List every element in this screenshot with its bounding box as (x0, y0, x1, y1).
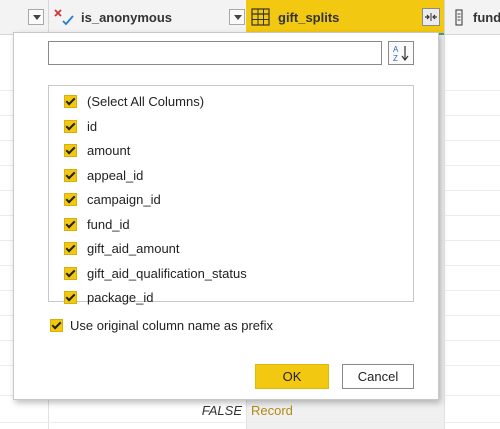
column-filter-dropdown-button[interactable] (28, 9, 44, 25)
column-item-amount[interactable]: amount (49, 139, 413, 164)
column-item-gift-aid-amount[interactable]: gift_aid_amount (49, 237, 413, 262)
column-item-id[interactable]: id (49, 115, 413, 140)
checkbox-checked[interactable] (64, 95, 77, 108)
column-name: is_anonymous (81, 10, 173, 25)
columns-checkbox-list: (Select All Columns) id amount appeal_id… (48, 85, 414, 305)
cell-gift-splits-record-link[interactable]: Record (251, 403, 293, 418)
checkbox-checked[interactable] (64, 144, 77, 157)
item-label: appeal_id (87, 167, 144, 183)
item-label: id (87, 118, 98, 134)
column-header-gift-splits[interactable]: gift_splits (246, 0, 444, 36)
item-label: gift_aid_amount (87, 241, 180, 256)
cancel-button[interactable]: Cancel (342, 364, 414, 389)
expand-arrows-icon (425, 13, 437, 21)
checkbox-checked[interactable] (64, 291, 77, 304)
column-name: fund (473, 10, 500, 25)
column-header-row: is_anonymous gift_splits fund (0, 0, 500, 36)
column-item-package-id[interactable]: package_id (49, 286, 413, 311)
checkbox-checked[interactable] (64, 119, 77, 133)
column-divider (444, 35, 445, 429)
column-item-fund-id[interactable]: fund_id (49, 213, 413, 238)
column-header-is-anonymous[interactable]: is_anonymous (48, 0, 246, 34)
expand-columns-dropdown: A Z (Select All Columns) id amount appea… (13, 32, 439, 400)
svg-text:A: A (393, 45, 399, 54)
sort-button[interactable]: A Z (388, 41, 414, 65)
checkbox-checked[interactable] (64, 168, 77, 182)
column-name: gift_splits (278, 10, 340, 25)
column-item-campaign-id[interactable]: campaign_id (49, 188, 413, 213)
text-type-icon (455, 9, 463, 26)
checkbox-checked[interactable] (64, 266, 77, 280)
column-item-appeal-id[interactable]: appeal_id (49, 164, 413, 189)
search-columns-input[interactable] (48, 41, 382, 65)
column-header-fund[interactable]: fund (444, 0, 500, 34)
item-label: package_id (87, 290, 154, 305)
column-header-previous (0, 0, 48, 34)
item-label: amount (87, 143, 131, 158)
column-filter-dropdown-button[interactable] (229, 9, 245, 25)
ok-button[interactable]: OK (255, 364, 329, 389)
true-false-type-icon (54, 9, 74, 26)
cell-is-anonymous[interactable]: FALSE (202, 403, 242, 418)
item-label: gift_aid_qualification_status (87, 265, 247, 281)
checkbox-checked[interactable] (64, 242, 77, 255)
row-divider (0, 422, 500, 423)
expand-column-button[interactable] (422, 8, 440, 26)
checkbox-checked[interactable] (64, 193, 77, 206)
checkbox-checked[interactable] (50, 319, 63, 332)
checkbox-checked[interactable] (64, 217, 77, 231)
select-all-columns-item[interactable]: (Select All Columns) (49, 90, 413, 115)
column-item-gift-aid-qualification-status[interactable]: gift_aid_qualification_status (49, 262, 413, 287)
item-label: fund_id (87, 216, 130, 232)
item-label: campaign_id (87, 192, 161, 207)
table-type-icon (251, 8, 270, 26)
item-label: (Select All Columns) (87, 94, 205, 109)
sort-az-icon: A Z (393, 45, 409, 63)
svg-text:Z: Z (393, 54, 398, 63)
use-prefix-option[interactable]: Use original column name as prefix (48, 316, 348, 336)
prefix-option-label: Use original column name as prefix (70, 318, 274, 333)
